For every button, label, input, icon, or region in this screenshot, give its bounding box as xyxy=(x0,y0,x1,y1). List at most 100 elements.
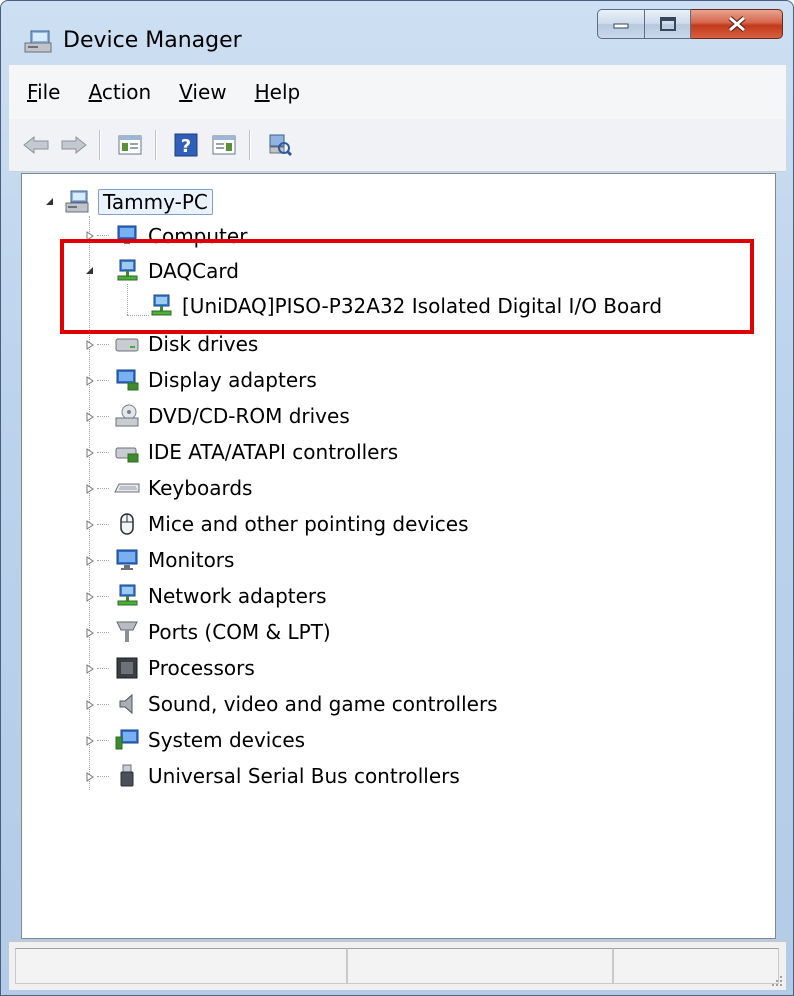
svg-text:?: ? xyxy=(181,136,191,157)
tree-connector xyxy=(97,524,109,525)
tree-connector xyxy=(97,704,109,705)
monitor-icon xyxy=(116,549,138,570)
maximize-button[interactable] xyxy=(645,9,691,39)
tree-connector xyxy=(97,235,109,236)
expand-arrow-icon[interactable] xyxy=(84,771,96,783)
back-button[interactable] xyxy=(19,128,53,162)
device-manager-icon xyxy=(23,29,53,55)
tree-item-processors[interactable]: Processors xyxy=(114,652,255,684)
expand-arrow-icon[interactable] xyxy=(84,591,96,603)
tree-item-label: Ports (COM & LPT) xyxy=(148,620,331,644)
tree-item-ports[interactable]: Ports (COM & LPT) xyxy=(114,616,331,648)
tree-item-usb[interactable]: Universal Serial Bus controllers xyxy=(114,760,460,792)
expand-arrow-icon[interactable] xyxy=(84,375,96,387)
toolbar-separator xyxy=(249,130,251,160)
menu-action[interactable]: Action xyxy=(84,78,155,106)
tree-root[interactable]: Tammy-PC xyxy=(64,186,213,218)
tree-connector xyxy=(97,776,109,777)
tree-connector xyxy=(97,560,109,561)
show-hide-console-tree-icon xyxy=(118,135,142,155)
port-icon xyxy=(116,621,138,642)
expand-arrow-icon[interactable] xyxy=(84,699,96,711)
toolbar-separator xyxy=(99,130,101,160)
resize-grip-icon[interactable] xyxy=(768,972,784,988)
ide-controller-icon xyxy=(115,447,139,463)
disk-drive-icon xyxy=(115,338,139,352)
tree-connector xyxy=(97,596,109,597)
expand-arrow-icon[interactable] xyxy=(84,411,96,423)
tree-item-label: Network adapters xyxy=(148,584,327,608)
tree-connector xyxy=(97,668,109,669)
tree-item-label: Monitors xyxy=(148,548,235,572)
tree-item-keyboards[interactable]: Keyboards xyxy=(114,472,252,504)
maximize-icon xyxy=(659,17,676,31)
forward-button[interactable] xyxy=(57,128,91,162)
tree-item-label: Sound, video and game controllers xyxy=(148,692,498,716)
expand-arrow-icon[interactable] xyxy=(84,555,96,567)
menu-help[interactable]: Help xyxy=(251,78,305,106)
expand-arrow-icon[interactable] xyxy=(84,735,96,747)
help-icon: ? xyxy=(174,133,198,157)
tree-item-monitors[interactable]: Monitors xyxy=(114,544,234,576)
tree-item-system-devices[interactable]: System devices xyxy=(114,724,305,756)
expand-arrow-icon[interactable] xyxy=(84,519,96,531)
keyboard-icon xyxy=(114,483,140,493)
tree-item-dvd-drives[interactable]: DVD/CD-ROM drives xyxy=(114,400,350,432)
menu-view[interactable]: View xyxy=(175,78,230,106)
status-pane xyxy=(613,948,779,984)
tree-item-sound[interactable]: Sound, video and game controllers xyxy=(114,688,498,720)
expand-arrow-icon[interactable] xyxy=(84,483,96,495)
status-bar xyxy=(9,941,786,990)
back-arrow-icon xyxy=(23,135,49,155)
system-devices-icon xyxy=(115,729,139,750)
expand-arrow-icon[interactable] xyxy=(84,663,96,675)
tree-item-network-adapters[interactable]: Network adapters xyxy=(114,580,327,612)
status-pane xyxy=(15,948,347,984)
minimize-button[interactable] xyxy=(597,9,645,39)
caption-buttons xyxy=(597,9,783,39)
annotation-highlight-box xyxy=(60,239,754,334)
dvd-drive-icon xyxy=(115,404,139,427)
processor-icon xyxy=(116,657,138,679)
title-bar[interactable]: Device Manager xyxy=(1,1,793,65)
tree-item-label: Mice and other pointing devices xyxy=(148,512,469,536)
tree-item-label: Universal Serial Bus controllers xyxy=(148,764,460,788)
help-button[interactable]: ? xyxy=(169,128,203,162)
computer-icon xyxy=(65,190,89,213)
expand-arrow-icon[interactable] xyxy=(84,627,96,639)
close-icon xyxy=(727,16,746,32)
tree-root-label: Tammy-PC xyxy=(98,189,213,215)
properties-icon xyxy=(212,135,236,155)
properties-button[interactable] xyxy=(207,128,241,162)
tree-item-label: System devices xyxy=(148,728,306,752)
collapse-arrow-icon[interactable] xyxy=(44,196,56,208)
tree-item-label: DVD/CD-ROM drives xyxy=(148,404,350,428)
status-pane xyxy=(347,948,613,984)
tree-item-display-adapters[interactable]: Display adapters xyxy=(114,364,317,396)
forward-arrow-icon xyxy=(61,135,87,155)
expand-arrow-icon[interactable] xyxy=(84,339,96,351)
tree-connector xyxy=(97,740,109,741)
tree-item-label: Processors xyxy=(148,656,255,680)
tree-item-mice[interactable]: Mice and other pointing devices xyxy=(114,508,469,540)
toolbar-separator xyxy=(155,130,157,160)
tree-item-label: Disk drives xyxy=(148,332,259,356)
show-hide-console-tree-button[interactable] xyxy=(113,128,147,162)
tree-connector xyxy=(97,488,109,489)
expand-arrow-icon[interactable] xyxy=(84,447,96,459)
tree-connector xyxy=(97,632,109,633)
menu-bar: File Action View Help xyxy=(9,65,786,120)
tree-item-label: Keyboards xyxy=(148,476,253,500)
toolbar: ? xyxy=(9,119,786,172)
close-button[interactable] xyxy=(691,9,783,39)
scan-hardware-icon xyxy=(269,134,293,157)
window-title: Device Manager xyxy=(63,28,242,53)
scan-hardware-button[interactable] xyxy=(263,128,297,162)
menu-file[interactable]: File xyxy=(23,78,64,106)
tree-item-ide-controllers[interactable]: IDE ATA/ATAPI controllers xyxy=(114,436,398,468)
network-icon xyxy=(117,584,138,606)
tree-connector xyxy=(97,344,109,345)
usb-icon xyxy=(120,764,134,787)
device-tree[interactable]: Tammy-PC Computer DAQCard [UniDAQ]PISO-P… xyxy=(21,173,776,939)
display-adapter-icon xyxy=(116,369,139,391)
